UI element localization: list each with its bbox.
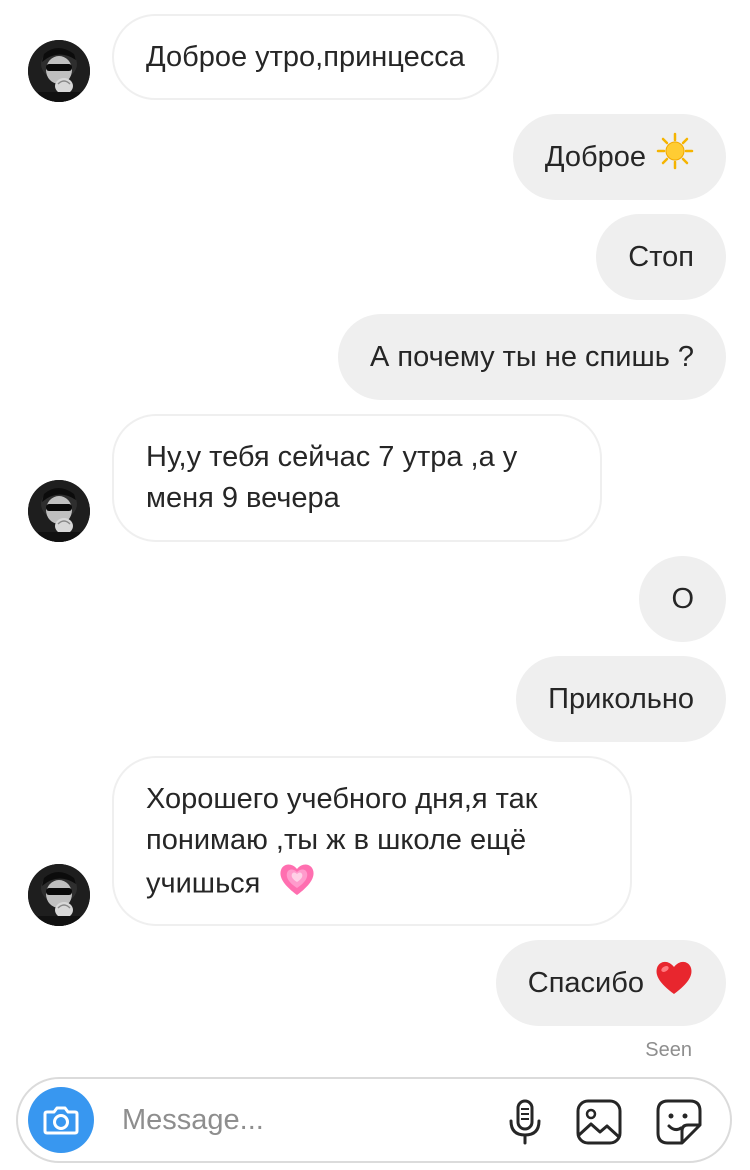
message-line: понимаю ,ты ж в школе ещё	[146, 824, 527, 856]
outgoing-message[interactable]: Спасибо	[495, 940, 726, 1026]
incoming-message[interactable]: Хорошего учебного дня,я так понимаю ,ты …	[112, 756, 632, 926]
incoming-message[interactable]: Доброе утро,принцесса	[112, 14, 499, 100]
message-line-text: учишься	[146, 867, 261, 900]
message-line: меня 9 вечера	[146, 482, 340, 514]
message-text: Прикольно	[548, 682, 694, 715]
gallery-icon	[576, 1099, 622, 1145]
outgoing-message[interactable]: Стоп	[596, 214, 726, 300]
message-text: Доброе утро,принцесса	[146, 40, 465, 73]
growing-heart-emoji	[278, 861, 316, 909]
avatar-photo	[28, 40, 90, 102]
outgoing-message[interactable]: Доброе	[512, 114, 726, 200]
outgoing-message[interactable]: Прикольно	[516, 656, 726, 742]
sticker-button[interactable]	[654, 1097, 704, 1147]
camera-button[interactable]	[28, 1087, 94, 1153]
sticker-icon	[656, 1099, 702, 1145]
message-text: О	[671, 582, 694, 615]
seen-indicator: Seen	[645, 1039, 692, 1061]
message-text: А почему ты не спишь ?	[370, 340, 694, 373]
red-heart-emoji	[654, 958, 694, 1008]
message-text: Спасибо	[527, 966, 644, 999]
message-composer	[16, 1077, 732, 1163]
avatar[interactable]	[28, 40, 90, 102]
message-line: учишься	[146, 861, 598, 909]
camera-icon	[43, 1106, 79, 1135]
direct-message-thread: Доброе утро,принцесса Доброе Стоп А поче…	[0, 0, 750, 1170]
message-text: Стоп	[628, 240, 694, 273]
gallery-button[interactable]	[574, 1097, 624, 1147]
outgoing-message[interactable]: О	[639, 556, 726, 642]
microphone-button[interactable]	[500, 1097, 550, 1147]
avatar-photo	[28, 480, 90, 542]
incoming-message[interactable]: Ну,у тебя сейчас 7 утра ,а у меня 9 вече…	[112, 414, 602, 542]
avatar[interactable]	[28, 480, 90, 542]
message-text: Доброе	[544, 140, 646, 173]
sun-emoji	[656, 132, 694, 182]
message-line: Хорошего учебного дня,я так	[146, 783, 538, 815]
outgoing-message[interactable]: А почему ты не спишь ?	[338, 314, 726, 400]
avatar[interactable]	[28, 864, 90, 926]
message-line: Ну,у тебя сейчас 7 утра ,а у	[146, 441, 518, 473]
avatar-photo	[28, 864, 90, 926]
microphone-icon	[509, 1099, 541, 1145]
message-input[interactable]	[122, 1097, 482, 1143]
